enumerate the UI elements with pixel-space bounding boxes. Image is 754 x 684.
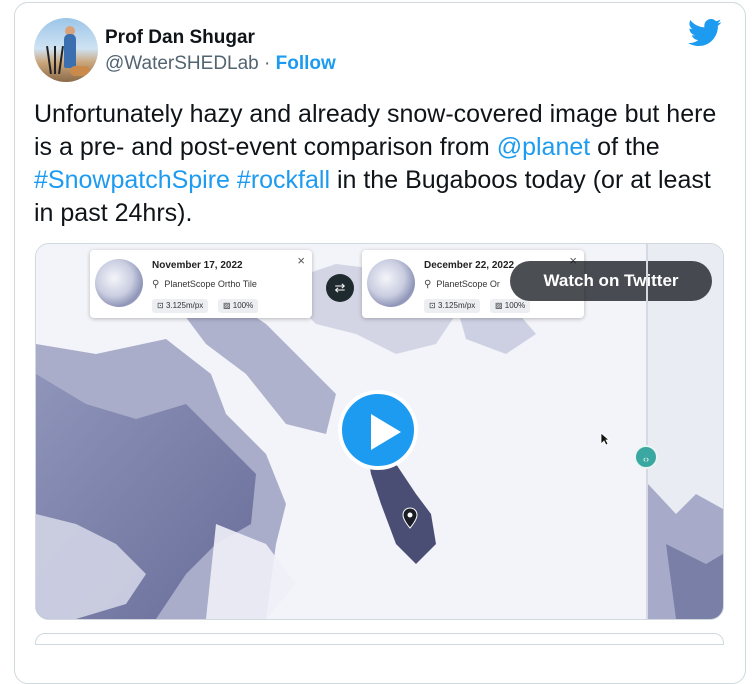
hashtag-snowpatchspire[interactable]: #SnowpatchSpire xyxy=(34,166,230,194)
tweet-text-space xyxy=(230,166,237,194)
tweet-text-part: of the xyxy=(590,133,660,161)
compare-divider[interactable] xyxy=(646,244,648,619)
satellite-icon: ⚲ xyxy=(424,279,432,290)
slider-handle-icon[interactable]: ‹› xyxy=(634,445,658,469)
before-product: ⚲ PlanetScope Ortho Tile xyxy=(152,279,257,290)
before-coverage: 100% xyxy=(232,301,254,310)
swap-icon[interactable]: ⇄ xyxy=(326,274,354,302)
after-date: December 22, 2022 xyxy=(424,260,515,271)
after-coverage: 100% xyxy=(504,301,526,310)
before-resolution-pill: ⊡ 3.125m/px xyxy=(152,299,209,313)
after-product: ⚲ PlanetScope Or xyxy=(424,279,500,290)
after-resolution: 3.125m/px xyxy=(437,301,476,310)
next-card-edge xyxy=(35,633,724,645)
resolution-icon: ⊡ xyxy=(429,301,438,310)
author-name[interactable]: Prof Dan Shugar xyxy=(105,27,255,49)
coverage-icon: ▨ xyxy=(223,301,233,310)
before-image-card: November 17, 2022 ⚲ PlanetScope Ortho Til… xyxy=(90,250,312,318)
before-resolution: 3.125m/px xyxy=(165,301,204,310)
watch-on-twitter-button[interactable]: Watch on Twitter xyxy=(510,261,712,301)
separator: · xyxy=(258,53,276,74)
twitter-bird-icon[interactable] xyxy=(688,18,722,48)
hashtag-rockfall[interactable]: #rockfall xyxy=(237,166,330,194)
after-resolution-pill: ⊡ 3.125m/px xyxy=(424,299,481,313)
play-icon[interactable] xyxy=(338,390,418,470)
after-product-label: PlanetScope Or xyxy=(436,279,500,289)
follow-link[interactable]: Follow xyxy=(276,53,336,74)
video-media[interactable]: November 17, 2022 ⚲ PlanetScope Ortho Til… xyxy=(35,243,724,620)
before-thumbnail xyxy=(95,259,143,307)
before-date: November 17, 2022 xyxy=(152,260,243,271)
close-icon[interactable]: × xyxy=(297,253,305,268)
author-handle-row: @WaterSHEDLab · Follow xyxy=(105,53,336,75)
author-handle[interactable]: @WaterSHEDLab xyxy=(105,53,259,74)
before-product-label: PlanetScope Ortho Tile xyxy=(164,279,257,289)
avatar[interactable] xyxy=(34,18,98,82)
cursor-icon xyxy=(600,432,610,446)
map-pin-icon xyxy=(402,507,418,529)
tweet-text: Unfortunately hazy and already snow-cove… xyxy=(34,98,724,230)
satellite-icon: ⚲ xyxy=(152,279,160,290)
after-coverage-pill: ▨ 100% xyxy=(490,299,531,313)
before-coverage-pill: ▨ 100% xyxy=(218,299,259,313)
resolution-icon: ⊡ xyxy=(157,301,166,310)
mention-planet[interactable]: @planet xyxy=(497,133,591,161)
after-thumbnail xyxy=(367,259,415,307)
coverage-icon: ▨ xyxy=(495,301,505,310)
